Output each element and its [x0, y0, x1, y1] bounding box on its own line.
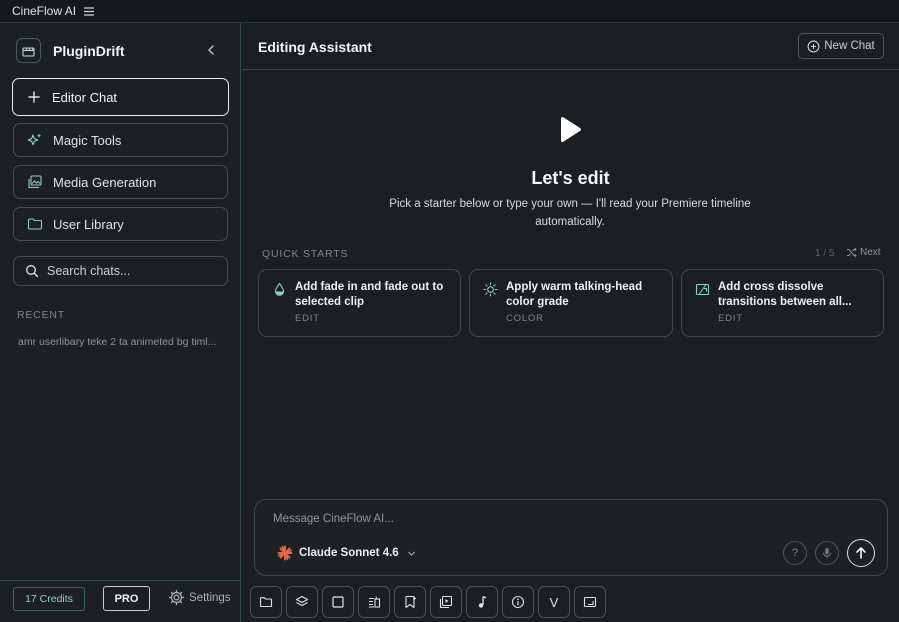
hero-subtitle: Pick a starter below or type your own — …: [389, 198, 751, 228]
toolbar-layers-button[interactable]: [286, 586, 318, 618]
sidebar: PluginDrift Editor Chat Magic Tools Medi…: [0, 22, 241, 622]
pro-plan-button[interactable]: PRO: [103, 586, 150, 611]
toolbar-clip-button[interactable]: [358, 586, 390, 618]
marker-icon: [403, 595, 417, 609]
quick-start-card-transitions[interactable]: Add cross dissolve transitions between a…: [681, 269, 884, 337]
toolbar-v-button[interactable]: V: [538, 586, 570, 618]
toolbar-media-button[interactable]: [430, 586, 462, 618]
search-chats-input[interactable]: Search chats...: [13, 256, 228, 286]
toolbar-marker-button[interactable]: [394, 586, 426, 618]
quick-start-title: Add fade in and fade out to selected cli…: [295, 281, 444, 308]
plus-circle-icon: [807, 40, 820, 53]
settings-button[interactable]: Settings: [168, 589, 231, 606]
play-icon: [555, 115, 585, 145]
microphone-icon: [821, 547, 833, 559]
model-name: Claude Sonnet 4.6: [299, 547, 399, 559]
title-bar: CineFlow AI: [0, 0, 899, 22]
toolbar-frame-button[interactable]: [574, 586, 606, 618]
message-input[interactable]: Message CineFlow AI...: [273, 513, 394, 525]
toolbar-info-button[interactable]: [502, 586, 534, 618]
folder-icon: [27, 216, 43, 232]
sparkles-icon: [27, 132, 43, 148]
sidebar-item-user-library[interactable]: User Library: [13, 207, 228, 241]
quick-start-title: Apply warm talking-head color grade: [506, 281, 643, 308]
shuffle-icon: [846, 247, 857, 258]
quick-start-card-fade[interactable]: Add fade in and fade out to selected cli…: [258, 269, 461, 337]
quick-start-card-color-grade[interactable]: Apply warm talking-head color grade COLO…: [469, 269, 673, 337]
brand: PluginDrift: [16, 38, 125, 63]
sidebar-item-media-generation[interactable]: Media Generation: [13, 165, 228, 199]
page-title: Editing Assistant: [258, 39, 372, 55]
quick-starts-next-button[interactable]: Next: [846, 247, 881, 258]
main-header: Editing Assistant New Chat: [242, 23, 899, 70]
search-icon: [25, 264, 39, 278]
recent-chat-item[interactable]: amr userlibary teke 2 ta animeted bg tim…: [18, 336, 228, 348]
search-placeholder: Search chats...: [47, 264, 131, 278]
help-button[interactable]: ?: [783, 541, 807, 565]
model-selector[interactable]: Claude Sonnet 4.6: [277, 545, 416, 561]
new-chat-button[interactable]: New Chat: [798, 33, 884, 59]
sidebar-item-label: User Library: [53, 216, 124, 232]
chevron-down-icon: [407, 549, 416, 558]
main-panel: Editing Assistant New Chat Let's edit Pi…: [242, 22, 899, 622]
quick-starts-pager: 1 / 5: [815, 248, 835, 259]
sun-icon: [483, 282, 498, 297]
transition-icon: [695, 282, 710, 297]
quick-start-title: Add cross dissolve transitions between a…: [718, 281, 852, 308]
sidebar-item-editor-chat[interactable]: Editor Chat: [12, 78, 229, 116]
plus-icon: [26, 89, 42, 105]
app-title: CineFlow AI: [12, 4, 77, 18]
quick-start-tag: COLOR: [506, 313, 544, 324]
claude-spark-icon: [277, 545, 293, 561]
sidebar-item-label: Magic Tools: [53, 132, 122, 148]
bottom-toolbar: V: [250, 586, 610, 618]
settings-label: Settings: [189, 591, 231, 604]
quick-start-tag: EDIT: [718, 313, 743, 324]
music-icon: [475, 595, 489, 609]
square-icon: [331, 595, 345, 609]
brand-name: PluginDrift: [53, 42, 125, 59]
folder-icon: [259, 595, 273, 609]
quick-start-tag: EDIT: [295, 313, 320, 324]
collapse-sidebar-chevron-icon[interactable]: [204, 43, 218, 57]
recent-section-label: RECENT: [17, 309, 65, 321]
sidebar-item-label: Media Generation: [53, 174, 157, 190]
gear-icon: [168, 589, 185, 606]
media-icon: [439, 595, 453, 609]
info-icon: [511, 595, 525, 609]
toolbar-square-button[interactable]: [322, 586, 354, 618]
clip-icon: [367, 595, 381, 609]
message-composer: Message CineFlow AI... Claude Sonnet 4.6…: [254, 499, 888, 576]
sidebar-footer: 17 Credits PRO Settings: [0, 580, 240, 622]
sidebar-item-label: Editor Chat: [52, 89, 118, 105]
arrow-up-icon: [854, 546, 868, 560]
next-label: Next: [860, 247, 881, 258]
hero-title: Let's edit: [531, 168, 610, 188]
microphone-button[interactable]: [815, 541, 839, 565]
images-icon: [27, 174, 43, 190]
sidebar-item-magic-tools[interactable]: Magic Tools: [13, 123, 228, 157]
quick-starts-label: QUICK STARTS: [262, 248, 349, 260]
toolbar-folder-button[interactable]: [250, 586, 282, 618]
new-chat-label: New Chat: [824, 40, 875, 52]
droplet-icon: [272, 282, 287, 297]
layers-icon: [295, 595, 309, 609]
credits-badge[interactable]: 17 Credits: [13, 587, 85, 611]
hamburger-menu-icon[interactable]: [84, 6, 95, 16]
frame-icon: [583, 595, 597, 609]
clapperboard-icon: [16, 38, 41, 63]
toolbar-music-button[interactable]: [466, 586, 498, 618]
send-button[interactable]: [847, 539, 875, 567]
